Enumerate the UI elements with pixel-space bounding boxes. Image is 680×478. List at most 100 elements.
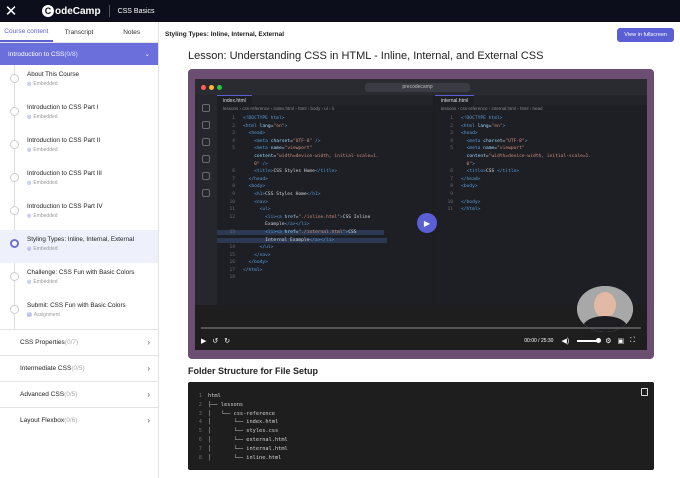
lesson-status: Embedded — [33, 279, 58, 285]
volume-slider[interactable] — [577, 338, 602, 343]
top-bar: ✕ CodeCamp CSS Basics — [0, 0, 680, 22]
section-label: Intermediate CSS(0/5) — [20, 365, 85, 372]
extensions-icon — [202, 172, 210, 180]
lesson-type: ◎ Embedded — [27, 246, 158, 252]
tree-line-text: │ └── css-reference — [208, 410, 275, 417]
close-icon[interactable]: ✕ — [0, 0, 22, 22]
lesson-item[interactable]: Introduction to CSS Part I ◎ Embedded — [0, 98, 158, 131]
section-layout-flexbox[interactable]: Layout Flexbox(0/6) › — [0, 407, 158, 433]
lesson-item[interactable]: Introduction to CSS Part IV ◎ Embedded — [0, 197, 158, 230]
section-label: Advanced CSS(0/5) — [20, 391, 77, 398]
tree-line-text: ├── lessons — [208, 401, 244, 408]
subheader-title: Styling Types: Inline, Internal, Externa… — [165, 31, 285, 38]
chevron-right-icon: › — [147, 390, 150, 399]
lesson-type: ◎ Embedded — [27, 180, 158, 186]
fullscreen-button[interactable]: View in fullscreen — [617, 27, 674, 42]
video-progress-bar[interactable] — [201, 327, 641, 329]
logo-text: odeCamp — [55, 5, 101, 17]
forward-icon[interactable]: ↻ — [224, 337, 230, 345]
settings-icon[interactable]: ⚙ — [605, 337, 611, 345]
content-header: Styling Types: Inline, Internal, Externa… — [159, 22, 680, 47]
lesson-type: ◎ Embedded — [27, 114, 158, 120]
lesson-status-dot — [10, 173, 19, 182]
fullscreen-icon[interactable]: ⛶ — [630, 337, 635, 345]
line-number: 2 — [198, 401, 202, 408]
section-count: (0/5) — [71, 365, 85, 372]
lesson-item[interactable]: Challenge: CSS Fun with Basic Colors ◎ Emb… — [0, 263, 158, 296]
editor-breadcrumb: lessons › css-reference › internal.html … — [441, 106, 543, 111]
lesson-type: ◎ Embedded — [27, 279, 158, 285]
course-title: CSS Basics — [117, 7, 155, 15]
editor-search: precodecamp — [365, 83, 470, 92]
section-css-properties[interactable]: CSS Properties(0/7) › — [0, 329, 158, 355]
instructor-body — [583, 316, 627, 332]
section-heading: Folder Structure for File Setup — [188, 366, 319, 376]
pip-icon[interactable]: ▣ — [617, 337, 624, 345]
tree-line-text: │ └── external.html — [208, 436, 288, 443]
embedded-icon: ◎ — [27, 81, 32, 87]
logo-mark: C — [42, 5, 54, 17]
editor-pane-right: internal.html lessons › css-reference › … — [435, 95, 647, 305]
embedded-icon: ◎ — [27, 246, 32, 252]
section-title: Intermediate CSS — [20, 365, 72, 372]
lesson-list: About This Course ◎ Embedded Introduction … — [0, 65, 158, 329]
section-count: (0/5) — [64, 391, 78, 398]
lesson-type: ◎ Embedded — [27, 81, 158, 87]
tab-transcript[interactable]: Transcript — [53, 22, 106, 42]
lesson-title: Challenge: CSS Fun with Basic Colors — [27, 269, 135, 276]
play-icon[interactable]: ▶ — [417, 213, 437, 233]
chevron-right-icon: › — [147, 364, 150, 373]
main-content: Styling Types: Inline, Internal, Externa… — [159, 22, 680, 478]
section-title: Layout Flexbox — [20, 417, 65, 424]
volume-icon[interactable]: ◀) — [561, 337, 569, 345]
video-time: 00:00 / 25:30 — [524, 338, 554, 344]
tree-line: 2 ├── lessons — [194, 401, 654, 410]
lesson-item[interactable]: Introduction to CSS Part III ◎ Embedded — [0, 164, 158, 197]
remote-icon — [202, 189, 210, 197]
code-block: 1 html 2 ├── lessons 3 │ └── css-reference 4 │ … — [188, 382, 654, 470]
lesson-item[interactable]: About This Course ◎ Embedded — [0, 65, 158, 98]
copy-icon[interactable] — [641, 388, 648, 396]
tree-line: 3 │ └── css-reference — [194, 410, 654, 419]
tree-line-text: │ └── index.html — [208, 419, 279, 426]
lesson-item[interactable]: Introduction to CSS Part II ◎ Embedded — [0, 131, 158, 164]
section-title: CSS Properties — [20, 339, 65, 346]
editor-titlebar: precodecamp — [195, 79, 647, 95]
video-frame: precodecamp index.html lessons › css-ref… — [195, 79, 647, 350]
tree-line: 4 │ └── index.html — [194, 418, 654, 427]
section-title: Advanced CSS — [20, 391, 65, 398]
video-player[interactable]: precodecamp index.html lessons › css-ref… — [188, 69, 654, 359]
editor-pane-left: index.html lessons › css-reference › ind… — [217, 95, 433, 305]
lesson-status-dot — [10, 305, 19, 314]
tree-line: 8 │ └── inline.html — [194, 454, 654, 463]
chevron-right-icon: › — [147, 416, 150, 425]
editor-activity-bar — [195, 95, 217, 305]
tab-course-content[interactable]: Course content — [0, 22, 53, 42]
lesson-title: Styling Types: Inline, Internal, Externa… — [27, 236, 134, 243]
section-advanced-css[interactable]: Advanced CSS(0/5) › — [0, 381, 158, 407]
editor-tab: index.html — [217, 95, 252, 105]
section-count: (0/7) — [64, 339, 79, 346]
chevron-right-icon: › — [147, 338, 150, 347]
rewind-icon[interactable]: ↺ — [212, 337, 218, 345]
tree-line-text: html — [208, 393, 221, 399]
window-minimize-dot — [209, 84, 214, 90]
tree-line-text: │ └── inline.html — [208, 454, 282, 461]
lesson-item-active[interactable]: Styling Types: Inline, Internal, Externa… — [0, 230, 158, 263]
lesson-status-dot — [10, 74, 19, 83]
search-icon — [202, 121, 210, 129]
divider — [108, 5, 110, 17]
lesson-item[interactable]: Submit: CSS Fun with Basic Colors ▤ Assign… — [0, 296, 158, 329]
folder-tree: 1 html 2 ├── lessons 3 │ └── css-reference 4 │ … — [194, 390, 654, 462]
lesson-status: Embedded — [33, 213, 58, 219]
video-controls: ▶ ↺ ↻ 00:00 / 25:30 ◀) ⚙ ▣ ⛶ — [195, 332, 647, 350]
embedded-icon: ◎ — [27, 180, 32, 186]
section-intermediate-css[interactable]: Intermediate CSS(0/5) › — [0, 355, 158, 381]
instructor-head — [594, 292, 616, 318]
tab-notes[interactable]: Notes — [105, 22, 158, 42]
section-introduction-to-css[interactable]: Introduction to CSS(0/8) ⌄ — [0, 43, 158, 65]
embedded-icon: ◎ — [27, 114, 32, 120]
tree-line: 1 html — [194, 392, 654, 401]
play-button[interactable]: ▶ — [201, 337, 206, 345]
line-number: 8 — [198, 454, 202, 461]
